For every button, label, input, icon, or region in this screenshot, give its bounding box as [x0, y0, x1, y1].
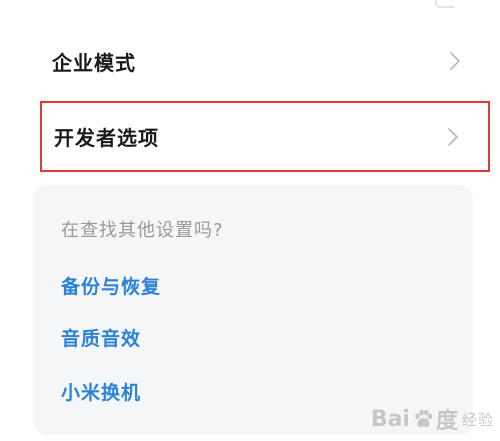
settings-item-developer-options[interactable]: 开发者选项: [40, 101, 490, 172]
chevron-right-icon: [448, 51, 462, 71]
watermark-sub: 经验: [461, 410, 494, 429]
baidu-jingyan-watermark: Bai 度 经验: [371, 403, 494, 435]
link-backup-and-restore[interactable]: 备份与恢复: [61, 272, 161, 299]
chevron-right-icon: [446, 127, 460, 147]
link-sound-quality-effects[interactable]: 音质音效: [61, 324, 141, 351]
settings-item-label: 开发者选项: [54, 126, 159, 150]
settings-screen: 企业模式 开发者选项 在查找其他设置吗? 备份与恢复 音质音效 小米换机 Bai: [0, 0, 500, 441]
settings-item-label: 企业模式: [52, 50, 136, 75]
paw-icon: [415, 409, 433, 427]
other-settings-suggestion-card: 在查找其他设置吗? 备份与恢复 音质音效 小米换机: [33, 185, 473, 435]
link-mi-mover[interactable]: 小米换机: [61, 378, 141, 405]
watermark-brand-left: Bai: [370, 406, 410, 432]
previous-row-chevron-fragment: [435, 0, 455, 8]
watermark-brand-right: 度: [435, 409, 458, 434]
settings-item-enterprise-mode[interactable]: 企业模式: [40, 30, 490, 92]
suggestion-prompt: 在查找其他设置吗?: [61, 220, 224, 241]
